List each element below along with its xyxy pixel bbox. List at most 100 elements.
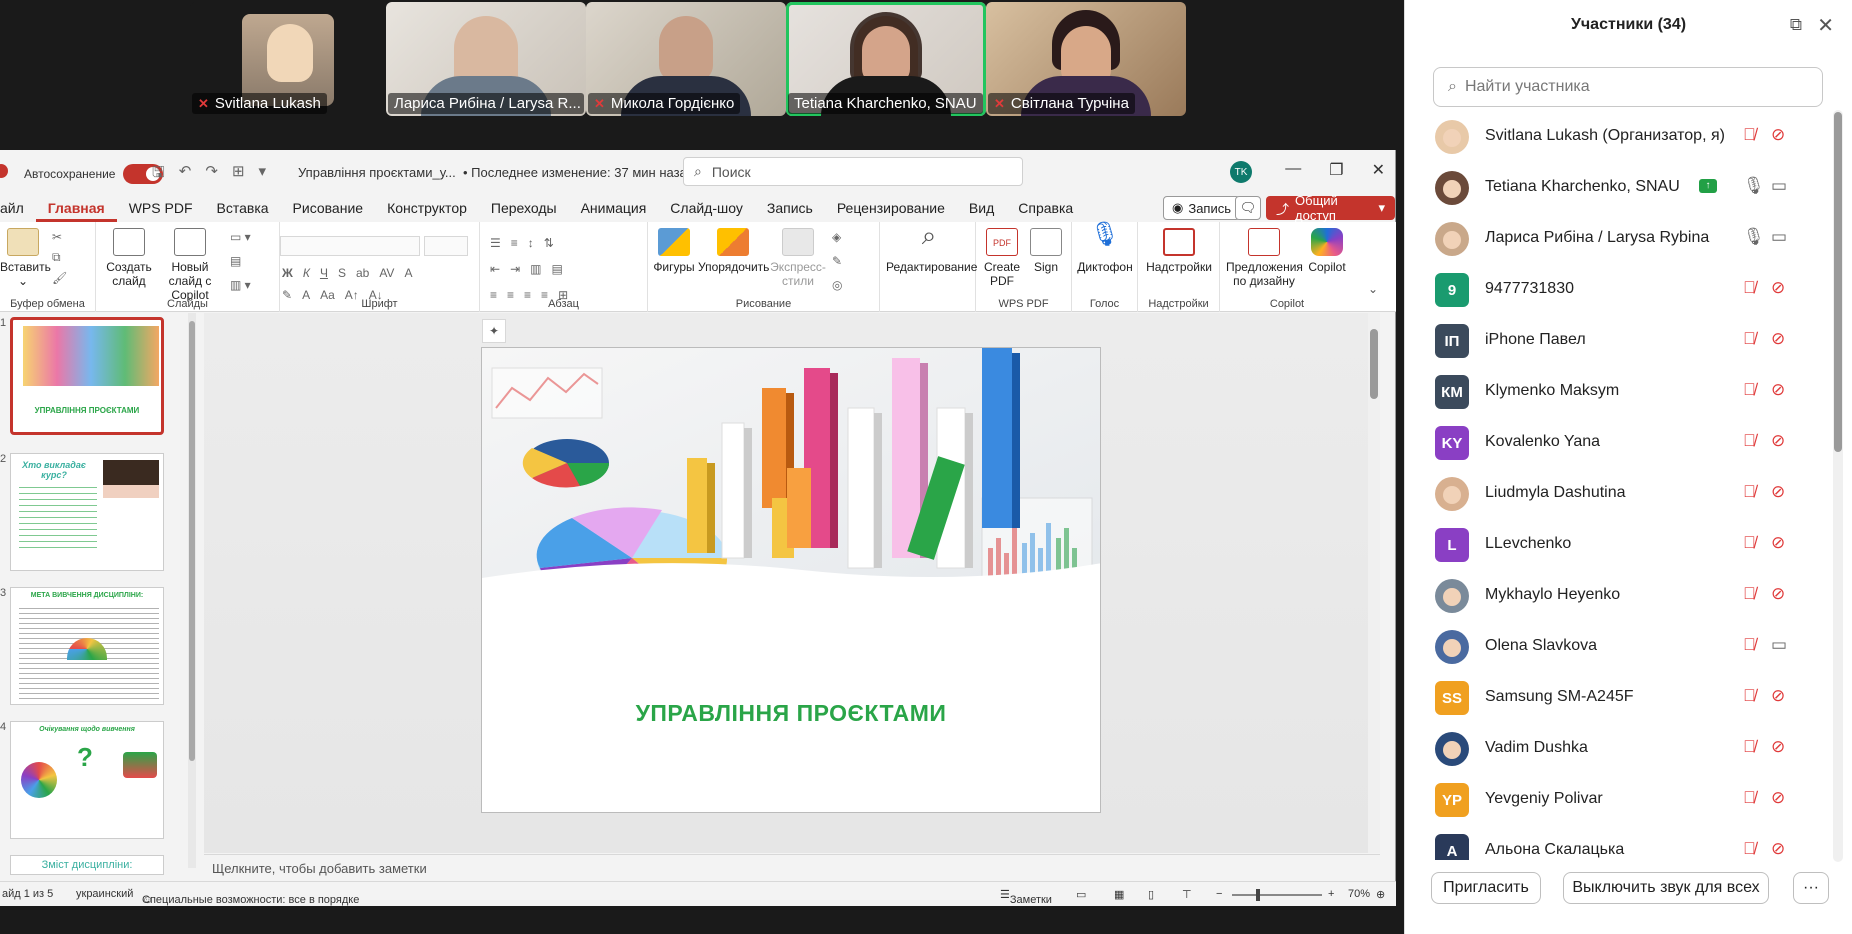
participant-row[interactable]: Vadim Dushka 🎙̸ ⊘ [1405,722,1835,773]
participant-row[interactable]: YP Yevgeniy Polivar 🎙̸ ⊘ [1405,773,1835,824]
collapse-ribbon-icon[interactable]: ⌄ [1368,282,1378,296]
record-button[interactable]: ◉ Запись [1163,196,1240,220]
tab-help[interactable]: Справка [1006,194,1085,222]
create-pdf-button[interactable]: PDF Create PDF [980,228,1024,288]
quick-styles-button[interactable]: Экспресс-стили [766,228,830,288]
mic-off-icon[interactable]: 🎙̸ [1743,380,1756,400]
line-spacing-icon[interactable]: ↕ [528,236,534,250]
save-icon[interactable]: 🖫 [152,162,165,187]
popout-icon[interactable]: ⧉ [1790,15,1802,35]
normal-view-icon[interactable]: ▭ [1076,888,1086,901]
tab-design[interactable]: Конструктор [375,194,479,222]
participant-row[interactable]: SS Samsung SM-A245F 🎙̸ ⊘ [1405,671,1835,722]
reading-view-icon[interactable]: ▯ [1148,888,1154,901]
mic-on-icon[interactable]: 🎙 [1743,176,1765,196]
video-on-icon[interactable]: ▭ [1771,635,1787,655]
tab-view[interactable]: Вид [957,194,1006,222]
shape-effects-icon[interactable]: ◎ [832,278,842,292]
new-slide-copilot-button[interactable]: Новый слайд с Copilot [154,228,226,302]
search-input[interactable]: ⌕ Поиск [683,157,1023,186]
tab-transitions[interactable]: Переходы [479,194,569,222]
redo-icon[interactable]: ↷ [205,162,218,187]
designer-suggestion-icon[interactable]: ✦ [482,319,506,343]
slide-sorter-icon[interactable]: ▦ [1114,888,1124,901]
account-avatar[interactable]: TK [1230,161,1252,183]
customize-icon[interactable]: ▾ [259,162,267,187]
mic-off-icon[interactable]: 🎙̸ [1743,584,1756,604]
participant-row[interactable]: ІП iPhone Павел 🎙̸ ⊘ [1405,314,1835,365]
numbering-icon[interactable]: ≡ [511,236,518,250]
video-off-icon[interactable]: ⊘ [1771,788,1785,808]
shapes-button[interactable]: Фигуры [652,228,696,274]
fit-slide-icon[interactable]: ⊕ [1376,888,1385,901]
comments-button[interactable]: 🗨 [1235,196,1261,220]
mic-off-icon[interactable]: 🎙̸ [1743,635,1756,655]
video-off-icon[interactable]: ⊘ [1771,431,1785,451]
mic-off-icon[interactable]: 🎙̸ [1743,686,1756,706]
video-tile[interactable]: ✕ Світлана Турчіна [986,2,1186,116]
italic-icon[interactable]: К [303,266,310,280]
video-off-icon[interactable]: ⊘ [1771,584,1785,604]
text-direction-icon[interactable]: ⇅ [544,236,554,250]
sign-button[interactable]: Sign [1026,228,1066,274]
tab-animations[interactable]: Анимация [569,194,659,222]
reset-icon[interactable]: ▤ [230,254,251,268]
notes-pane[interactable]: Щелкните, чтобы добавить заметки [204,854,1380,880]
designer-button[interactable]: Предложения по дизайну [1226,228,1303,288]
thumbnail-scrollbar[interactable] [188,313,196,868]
notes-toggle[interactable]: ☰ Заметки [1000,888,1052,906]
participant-row[interactable]: Olena Slavkova 🎙̸ ▭ [1405,620,1835,671]
participant-row[interactable]: KY Kovalenko Yana 🎙̸ ⊘ [1405,416,1835,467]
share-button[interactable]: ⤴ Общий доступ ▾ [1266,193,1395,223]
video-tile-active-speaker[interactable]: Tetiana Kharchenko, SNAU [786,2,986,116]
editing-button[interactable]: ⌕ Редактирование [886,222,977,274]
cut-icon[interactable]: ✂ [52,230,67,244]
copy-icon[interactable]: ⧉ [52,250,67,265]
addins-button[interactable]: Надстройки [1144,228,1214,274]
participant-row[interactable]: L LLevchenko 🎙̸ ⊘ [1405,518,1835,569]
mic-off-icon[interactable]: 🎙̸ [1743,839,1756,859]
mute-all-button[interactable]: Выключить звук для всех [1563,872,1769,904]
current-slide[interactable]: УПРАВЛІННЯ ПРОЄКТАМИ [481,347,1101,813]
new-slide-button[interactable]: Создать слайд [106,228,152,288]
tab-file[interactable]: айл [0,194,36,222]
mic-off-icon[interactable]: 🎙̸ [1743,278,1756,298]
video-off-icon[interactable]: ⊘ [1771,737,1785,757]
video-tile[interactable]: Лариса Рибіна / Larysa R... [386,2,586,116]
clear-format-icon[interactable]: A [404,266,412,280]
participant-row[interactable]: 9 9477731830 🎙̸ ⊘ [1405,263,1835,314]
undo-icon[interactable]: ↶ [179,162,192,187]
mic-off-icon[interactable]: 🎙̸ [1743,431,1756,451]
dictate-button[interactable]: 🎙 Диктофон [1076,223,1134,275]
arrange-button[interactable]: Упорядочить [698,228,769,274]
mic-on-icon[interactable]: 🎙 [1743,227,1765,247]
participant-row[interactable]: КМ Klymenko Maksym 🎙̸ ⊘ [1405,365,1835,416]
shape-fill-icon[interactable]: ◈ [832,230,842,244]
participant-row[interactable]: Svitlana Lukash (Организатор, я) 🎙̸ ⊘ [1405,110,1835,161]
slide-thumbnail-2[interactable]: Хто викладає курс? [10,453,164,571]
section-icon[interactable]: ▥ ▾ [230,278,251,292]
shape-outline-icon[interactable]: ✎ [832,254,842,268]
shadow-icon[interactable]: S [338,266,346,280]
zoom-in-icon[interactable]: + [1328,888,1334,900]
participant-row[interactable]: Mykhaylo Heyenko 🎙̸ ⊘ [1405,569,1835,620]
font-size-select[interactable] [424,236,468,256]
slideshow-icon[interactable]: ⊤ [1182,888,1192,901]
participant-row[interactable]: Лариса Рибіна / Larysa Rybina 🎙 ▭ [1405,212,1835,263]
more-options-button[interactable]: ··· [1793,872,1829,904]
mic-off-icon[interactable]: 🎙̸ [1743,125,1756,145]
video-on-icon[interactable]: ▭ [1771,176,1787,196]
video-tile[interactable]: ✕ Svitlana Lukash [190,2,390,116]
bold-icon[interactable]: Ж [282,266,293,280]
slide-thumbnail-4[interactable]: Очікування щодо вивчення ? [10,721,164,839]
participant-scrollbar[interactable] [1833,110,1843,862]
zoom-slider[interactable] [1232,889,1322,901]
columns-icon[interactable]: ▥ [530,262,541,276]
video-off-icon[interactable]: ⊘ [1771,380,1785,400]
slide-thumbnail-3[interactable]: МЕТА ВИВЧЕННЯ ДИСЦИПЛІНИ: [10,587,164,705]
mic-off-icon[interactable]: 🎙̸ [1743,737,1756,757]
video-tile[interactable]: ✕ Микола Гордієнко [586,2,786,116]
copilot-button[interactable]: Copilot [1304,228,1350,274]
slide-title[interactable]: УПРАВЛІННЯ ПРОЄКТАМИ [482,700,1100,727]
mic-off-icon[interactable]: 🎙̸ [1743,482,1756,502]
